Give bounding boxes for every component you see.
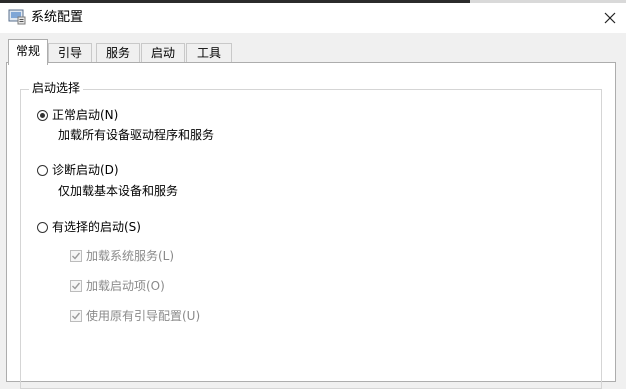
- checkbox-checked-icon: [70, 250, 82, 262]
- selective-startup-label: 有选择的启动(S): [52, 220, 141, 234]
- tab-startup[interactable]: 启动: [141, 43, 185, 64]
- selective-startup-radio[interactable]: 有选择的启动(S): [37, 218, 141, 236]
- tab-tools-label: 工具: [196, 46, 221, 60]
- normal-startup-radio[interactable]: 正常启动(N): [37, 106, 118, 124]
- use-original-boot-config-label: 使用原有引导配置(U): [86, 309, 201, 323]
- close-icon: [604, 12, 616, 24]
- system-config-window: 系统配置 常规 引导 服务 启动 工具 启动选择 正常启动(N) 加载所有设备驱…: [0, 0, 626, 389]
- window-title: 系统配置: [31, 10, 84, 25]
- tab-startup-label: 启动: [150, 46, 175, 60]
- tab-tools[interactable]: 工具: [186, 43, 232, 64]
- use-original-boot-config-checkbox[interactable]: 使用原有引导配置(U): [70, 307, 200, 325]
- diagnostic-startup-radio[interactable]: 诊断启动(D): [37, 161, 119, 179]
- normal-startup-label: 正常启动(N): [52, 108, 119, 122]
- title-bar[interactable]: 系统配置: [0, 3, 626, 33]
- tab-boot-label: 引导: [57, 46, 82, 60]
- checkbox-checked-icon: [70, 310, 82, 322]
- load-system-services-checkbox[interactable]: 加载系统服务(L): [70, 247, 174, 265]
- system-config-app-icon: [8, 9, 26, 25]
- radio-indicator[interactable]: [37, 221, 48, 233]
- tab-services[interactable]: 服务: [96, 43, 140, 64]
- normal-startup-description: 加载所有设备驱动程序和服务: [58, 128, 215, 142]
- load-system-services-label: 加载系统服务(L): [86, 249, 175, 263]
- load-startup-items-checkbox[interactable]: 加载启动项(O): [70, 277, 165, 295]
- tab-general[interactable]: 常规: [8, 39, 48, 65]
- diagnostic-startup-description: 仅加载基本设备和服务: [58, 184, 179, 198]
- tab-general-label: 常规: [15, 44, 40, 58]
- close-button[interactable]: [598, 6, 622, 30]
- tab-boot[interactable]: 引导: [48, 43, 92, 64]
- load-startup-items-label: 加载启动项(O): [86, 279, 165, 293]
- startup-selection-label: 启动选择: [29, 80, 84, 96]
- radio-indicator-checked[interactable]: [37, 109, 48, 121]
- tab-services-label: 服务: [105, 46, 130, 60]
- diagnostic-startup-label: 诊断启动(D): [52, 163, 119, 177]
- checkbox-checked-icon: [70, 280, 82, 292]
- radio-indicator[interactable]: [37, 164, 48, 176]
- tab-strip: 常规 引导 服务 启动 工具: [0, 33, 626, 65]
